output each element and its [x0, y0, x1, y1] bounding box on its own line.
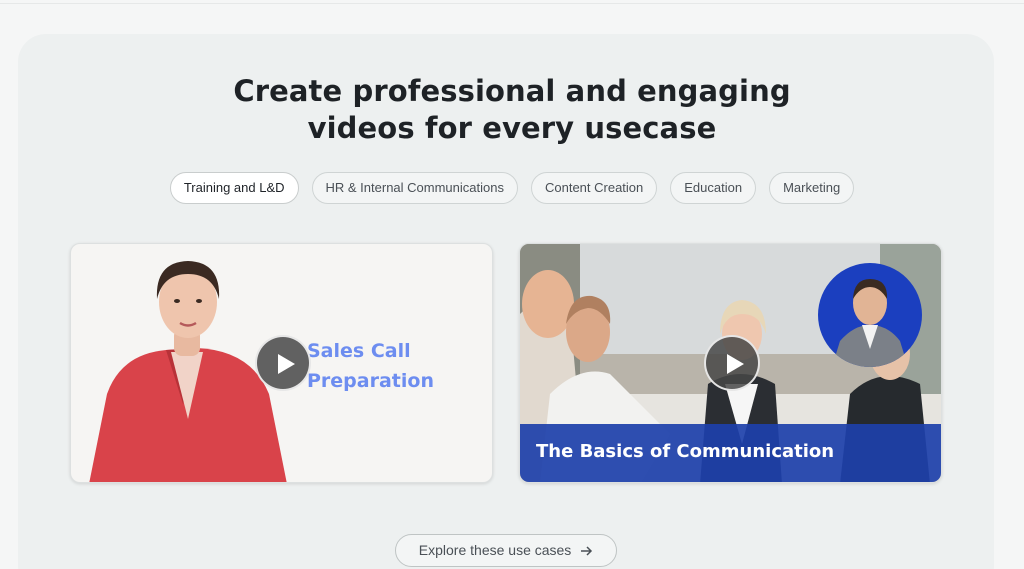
explore-label: Explore these use cases	[418, 542, 572, 558]
tab-marketing[interactable]: Marketing	[769, 172, 855, 204]
page-title: Create professional and engaging videos …	[0, 73, 1024, 147]
presenter-avatar-illustration	[832, 279, 908, 367]
title-line-2: videos for every usecase	[307, 111, 717, 145]
video-title: Sales Call Preparation	[307, 336, 434, 396]
video-title-banner: The Basics of Communication	[520, 424, 941, 482]
presenter-avatar	[818, 263, 922, 367]
title-line-1: Create professional and engaging	[233, 74, 791, 108]
video-card-basics-of-communication[interactable]: The Basics of Communication	[519, 243, 942, 483]
play-icon	[278, 354, 295, 374]
usecase-tabs: Training and L&D HR & Internal Communica…	[0, 172, 1024, 204]
explore-use-cases-button[interactable]: Explore these use cases	[395, 534, 617, 567]
play-button[interactable]	[255, 335, 311, 391]
tab-training-and-ld[interactable]: Training and L&D	[169, 172, 299, 204]
play-button[interactable]	[704, 335, 760, 391]
tab-hr-internal-communications[interactable]: HR & Internal Communications	[311, 172, 518, 204]
video-card-sales-call[interactable]: Sales Call Preparation	[70, 243, 493, 483]
play-icon	[727, 354, 744, 374]
arrow-right-icon	[581, 546, 593, 556]
tab-education[interactable]: Education	[670, 172, 757, 204]
video-title-line-2: Preparation	[307, 370, 434, 392]
video-title: The Basics of Communication	[536, 441, 835, 462]
video-title-line-1: Sales Call	[307, 340, 411, 362]
tab-content-creation[interactable]: Content Creation	[530, 172, 658, 204]
top-divider	[0, 3, 1024, 4]
